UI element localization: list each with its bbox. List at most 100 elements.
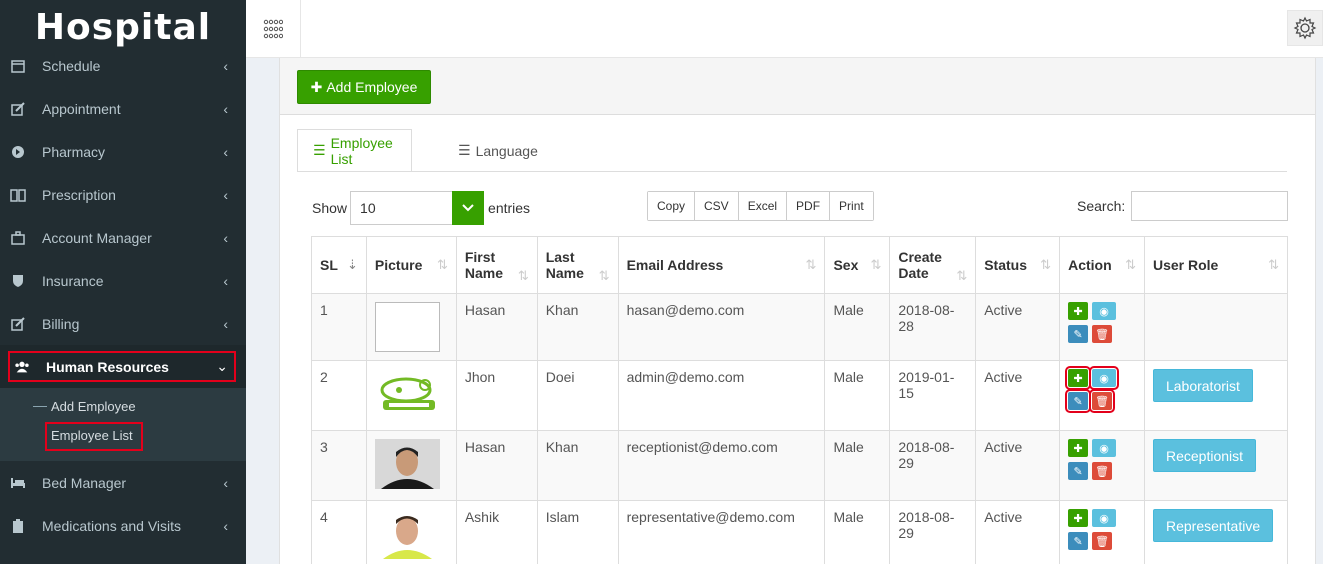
eye-icon: ◉ — [1099, 305, 1109, 318]
sort-icon: ⇅ — [436, 257, 448, 272]
briefcase-icon — [10, 230, 26, 246]
chevron-left-icon: ‹ — [223, 315, 228, 332]
table-header-row: SL ⇣ Picture ⇅ First Name ⇅ Last Name ⇅ Email … — [311, 236, 1289, 294]
view-button[interactable]: ◉ — [1089, 366, 1120, 390]
csv-button[interactable]: CSV — [695, 192, 739, 220]
print-button[interactable]: Print — [830, 192, 873, 220]
user-role-button[interactable]: Receptionist — [1152, 439, 1257, 472]
list-icon: ☰ — [458, 142, 471, 158]
sort-icon: ⇅ — [1040, 257, 1052, 272]
view-button[interactable]: ◉ — [1092, 509, 1117, 527]
logo-text: Hospital — [34, 6, 212, 48]
add-role-button[interactable]: ✚ — [1068, 302, 1089, 320]
edit-icon: ✎ — [1073, 328, 1083, 341]
chevron-left-icon: ‹ — [223, 186, 228, 203]
brand-logo[interactable]: Hospital — [0, 0, 246, 58]
sort-icon: ⇅ — [1268, 257, 1279, 272]
search-input[interactable] — [1131, 191, 1289, 221]
sidebar-item-account-manager[interactable]: Account Manager ‹ — [0, 216, 246, 259]
chevron-left-icon: ‹ — [223, 100, 228, 117]
table-row: 4 Ashik Islam representative@demo.com Ma… — [311, 500, 1289, 564]
sidebar-item-label: Medications and Visits — [42, 517, 182, 534]
sidebar-item-insurance[interactable]: Insurance ‹ — [0, 259, 246, 302]
sidebar-item-label: Bed Manager — [42, 474, 127, 491]
tab-employee-list[interactable]: ☰ Employee List — [297, 129, 412, 172]
header-picture[interactable]: Picture ⇅ — [365, 236, 457, 294]
edit-button[interactable]: ✎ — [1068, 462, 1089, 480]
sort-icon: ⇅ — [805, 257, 817, 272]
edit-icon: ✎ — [1073, 465, 1083, 478]
delete-button[interactable]: 🗑 — [1089, 389, 1116, 413]
add-employee-button[interactable]: ✚ Add Employee — [297, 70, 431, 104]
copy-button[interactable]: Copy — [648, 192, 696, 220]
plus-icon: ✚ — [1073, 372, 1083, 385]
sidebar-item-billing[interactable]: Billing ‹ — [0, 302, 246, 345]
sidebar-item-label: Billing — [42, 315, 80, 332]
user-role-button[interactable]: Laboratorist — [1152, 369, 1253, 402]
eye-icon: ◉ — [1099, 372, 1109, 385]
view-button[interactable]: ◉ — [1092, 302, 1117, 320]
chevron-left-icon: ‹ — [223, 474, 228, 491]
header-sl[interactable]: SL ⇣ — [311, 236, 367, 294]
edit-button[interactable]: ✎ — [1065, 389, 1092, 413]
sort-icon: ⇅ — [956, 268, 968, 284]
pdf-button[interactable]: PDF — [787, 192, 831, 220]
delete-button[interactable]: 🗑 — [1092, 325, 1113, 343]
opensuse-logo — [380, 377, 435, 410]
shield-icon — [10, 273, 26, 289]
plus-icon: ✚ — [310, 78, 323, 95]
delete-button[interactable]: 🗑 — [1092, 532, 1113, 550]
sort-icon: ⇅ — [870, 257, 882, 272]
sidebar-item-medications-and-visits[interactable]: Medications and Visits ‹ — [0, 504, 246, 547]
header-sex[interactable]: Sex ⇅ — [824, 236, 891, 294]
main-panel: ✚ Add Employee ☰ Employee List ☰ Languag… — [279, 58, 1316, 564]
employee-photo — [374, 509, 440, 559]
employee-photo — [374, 439, 440, 489]
chevron-left-icon: ‹ — [223, 57, 228, 74]
plus-icon: ✚ — [1073, 305, 1083, 318]
header-status[interactable]: Status ⇅ — [975, 236, 1061, 294]
add-employee-label: Add Employee — [326, 79, 418, 95]
header-email[interactable]: Email Address ⇅ — [617, 236, 826, 294]
header-user-role[interactable]: User Role ⇅ — [1143, 236, 1289, 294]
header-last-name[interactable]: Last Name ⇅ — [536, 236, 619, 294]
sort-asc-icon: ⇣ — [346, 257, 358, 272]
sidebar-item-pharmacy[interactable]: Pharmacy ‹ — [0, 130, 246, 173]
edit-button[interactable]: ✎ — [1068, 325, 1089, 343]
page-size-value: 10 — [360, 200, 376, 216]
export-button-group: Copy CSV Excel PDF Print — [647, 191, 874, 221]
settings-button[interactable] — [1287, 10, 1323, 46]
view-button[interactable]: ◉ — [1092, 439, 1117, 457]
add-role-button[interactable]: ✚ — [1068, 439, 1089, 457]
page-size-select[interactable]: 10 — [350, 191, 485, 225]
add-role-button[interactable]: ✚ — [1065, 366, 1092, 390]
eye-icon: ◉ — [1099, 442, 1109, 455]
plus-icon: ✚ — [1073, 442, 1083, 455]
sidebar-item-appointment[interactable]: Appointment ‹ — [0, 87, 246, 130]
sidebar-item-prescription[interactable]: Prescription ‹ — [0, 173, 246, 216]
sidebar-menu: Schedule ‹ Appointment ‹ Pharmacy ‹ Pres… — [0, 44, 246, 388]
calendar-icon — [10, 58, 26, 74]
sidebar-item-label: Appointment — [42, 100, 121, 117]
search-label: Search: — [1077, 198, 1126, 214]
header-first-name[interactable]: First Name ⇅ — [455, 236, 538, 294]
sidebar-item-bed-manager[interactable]: Bed Manager ‹ — [0, 461, 246, 504]
user-role-button[interactable]: Representative — [1152, 509, 1274, 542]
add-role-button[interactable]: ✚ — [1068, 509, 1089, 527]
pencil-square-icon — [10, 316, 26, 332]
bed-icon — [10, 475, 26, 491]
tab-label: Employee List — [330, 134, 393, 167]
excel-button[interactable]: Excel — [738, 192, 788, 220]
delete-button[interactable]: 🗑 — [1092, 462, 1113, 480]
sort-icon: ⇅ — [598, 268, 610, 284]
submenu-item-add-employee[interactable]: Add Employee — [0, 392, 246, 421]
header-action[interactable]: Action ⇅ — [1059, 236, 1145, 294]
apps-grid-button[interactable] — [246, 0, 301, 57]
chevron-down-icon — [452, 191, 485, 225]
gear-icon — [1293, 16, 1317, 40]
sidebar: Schedule ‹ Appointment ‹ Pharmacy ‹ Pres… — [0, 0, 246, 564]
tab-language[interactable]: ☰ Language — [443, 129, 553, 172]
header-create-date[interactable]: Create Date ⇅ — [889, 236, 977, 294]
edit-button[interactable]: ✎ — [1068, 532, 1089, 550]
highlight-box-employee-list — [45, 422, 143, 451]
